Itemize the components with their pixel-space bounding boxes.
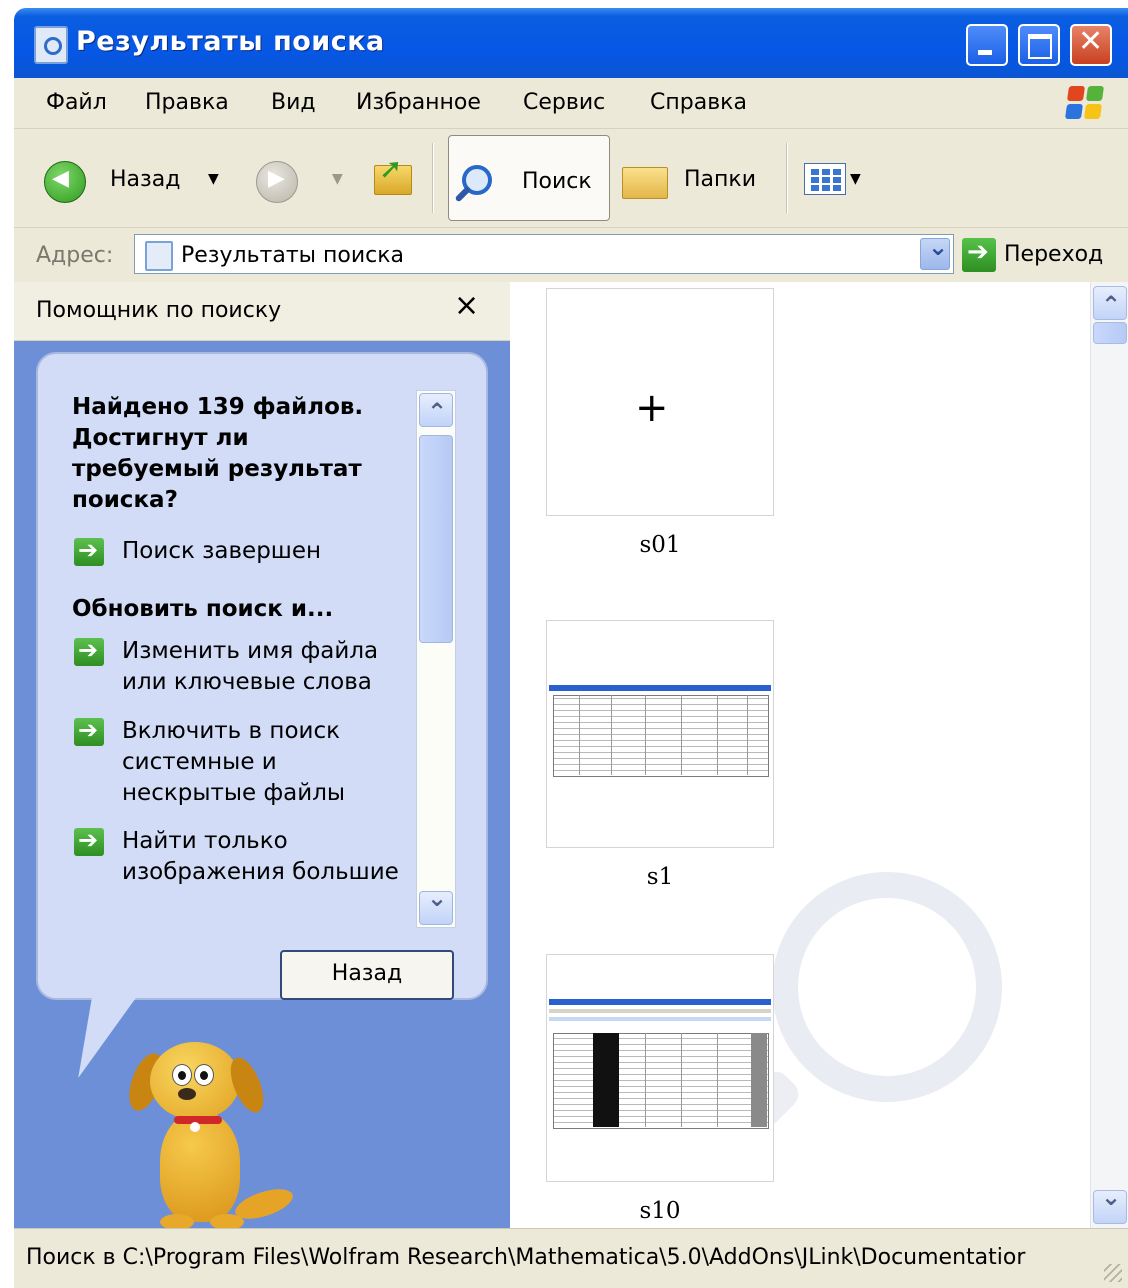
balloon-scrollbar[interactable] (416, 390, 456, 928)
menu-file[interactable]: Файл (46, 90, 107, 115)
address-bar: Адрес: Результаты поиска Переход (14, 228, 1128, 282)
refine-link-line: Изменить имя файла (122, 638, 379, 664)
menu-tools[interactable]: Сервис (523, 90, 605, 115)
thumbnail-s1[interactable] (546, 620, 774, 848)
search-pane-header: Помощник по поиску × (14, 282, 510, 341)
refine-link-large-images[interactable]: Найти только изображения большие (122, 826, 399, 888)
toolbar-separator (432, 143, 434, 213)
refine-link-line: Включить в поиск (122, 718, 340, 744)
search-done-link[interactable]: Поиск завершен (122, 536, 321, 567)
scroll-down-icon[interactable] (1093, 1183, 1127, 1224)
search-results-icon (145, 241, 173, 271)
views-dropdown-icon[interactable]: ▼ (850, 171, 861, 187)
results-heading: Найдено 139 файлов. Достигнут ли требуем… (72, 392, 363, 516)
go-arrow-icon[interactable] (962, 237, 996, 272)
toolbar-separator (786, 143, 788, 213)
results-heading-line: поиска? (72, 487, 178, 513)
scroll-down-icon[interactable] (419, 884, 453, 925)
scroll-up-icon[interactable] (419, 393, 453, 427)
folders-icon[interactable] (622, 167, 668, 199)
arrow-right-icon[interactable] (74, 716, 104, 746)
views-grid-icon[interactable] (804, 163, 846, 195)
balloon-tail (56, 998, 136, 1078)
refine-link-line: системные и (122, 749, 277, 775)
menu-view[interactable]: Вид (271, 90, 316, 115)
search-assistant-balloon: Найдено 139 файлов. Достигнут ли требуем… (36, 352, 488, 1000)
results-heading-line: Достигнут ли (72, 425, 249, 451)
results-heading-line: требуемый результат (72, 456, 362, 482)
close-button[interactable] (1070, 24, 1112, 66)
search-magnifier-icon (462, 165, 492, 195)
refine-link-line: Найти только (122, 828, 288, 854)
address-label: Адрес: (36, 243, 114, 268)
search-results-window-icon (34, 26, 68, 64)
status-text: Поиск в C:\Program Files\Wolfram Researc… (26, 1245, 1026, 1270)
screenshot-preview (549, 999, 771, 1137)
search-pane-title: Помощник по поиску (36, 298, 282, 323)
search-companion-pane: Помощник по поиску × Найдено 139 файлов.… (14, 282, 510, 1230)
windows-logo-icon (1054, 82, 1114, 124)
refine-link-line: изображения большие (122, 859, 399, 885)
folder-up-icon[interactable] (374, 152, 412, 195)
results-pane: + s01 s1 s10 (510, 282, 1128, 1228)
file-name[interactable]: s1 (546, 864, 774, 890)
menu-help[interactable]: Справка (650, 90, 747, 115)
screenshot-preview (549, 685, 771, 781)
thumbnail-s01[interactable]: + (546, 288, 774, 516)
search-dog-character[interactable] (122, 1042, 330, 1242)
title-bar[interactable]: Результаты поиска (14, 8, 1128, 78)
status-bar: Поиск в C:\Program Files\Wolfram Researc… (14, 1228, 1128, 1288)
magnifier-watermark-icon (772, 872, 1002, 1102)
results-heading-line: Найдено 139 файлов. (72, 394, 364, 420)
forward-dropdown-icon[interactable]: ▼ (332, 171, 343, 187)
arrow-right-icon[interactable] (74, 636, 104, 666)
scroll-up-icon[interactable] (1093, 286, 1127, 320)
address-field[interactable]: Результаты поиска (134, 233, 954, 274)
resize-grip-icon[interactable] (1104, 1264, 1122, 1282)
standard-toolbar: Назад ▼ ▼ Поиск Папки ▼ (14, 129, 1128, 228)
minimize-button[interactable] (966, 24, 1008, 66)
address-dropdown-icon[interactable] (920, 233, 950, 270)
scroll-thumb[interactable] (419, 435, 453, 643)
back-button[interactable]: Назад (280, 950, 454, 1000)
thumbnail-s10[interactable] (546, 954, 774, 1182)
refine-link-system-files[interactable]: Включить в поиск системные и нескрытые ф… (122, 716, 345, 809)
back-arrow-icon[interactable] (44, 161, 86, 203)
refine-link-line: нескрытые файлы (122, 780, 346, 806)
menu-bar: Файл Правка Вид Избранное Сервис Справка (14, 78, 1128, 129)
crosshair-cursor-icon: + (635, 385, 669, 431)
maximize-button[interactable] (1018, 24, 1060, 66)
refine-link-line: или ключевые слова (122, 669, 372, 695)
refine-heading: Обновить поиск и... (72, 596, 334, 622)
search-button-label[interactable]: Поиск (522, 169, 592, 194)
scroll-thumb[interactable] (1093, 322, 1127, 344)
menu-favorites[interactable]: Избранное (356, 90, 481, 115)
results-vertical-scrollbar[interactable] (1090, 282, 1128, 1228)
file-name[interactable]: s01 (546, 532, 774, 558)
arrow-right-icon[interactable] (74, 826, 104, 856)
folders-button-label[interactable]: Папки (684, 167, 756, 192)
back-button-label[interactable]: Назад (110, 167, 180, 192)
arrow-right-icon[interactable] (74, 536, 104, 566)
address-value[interactable]: Результаты поиска (181, 243, 404, 268)
file-name[interactable]: s10 (546, 1198, 774, 1224)
back-dropdown-icon[interactable]: ▼ (208, 171, 219, 187)
refine-link-filename[interactable]: Изменить имя файла или ключевые слова (122, 636, 378, 698)
go-button-label[interactable]: Переход (1004, 242, 1103, 267)
forward-arrow-icon[interactable] (256, 161, 298, 203)
close-icon[interactable]: × (454, 288, 479, 323)
window-title: Результаты поиска (76, 26, 385, 57)
menu-edit[interactable]: Правка (145, 90, 229, 115)
